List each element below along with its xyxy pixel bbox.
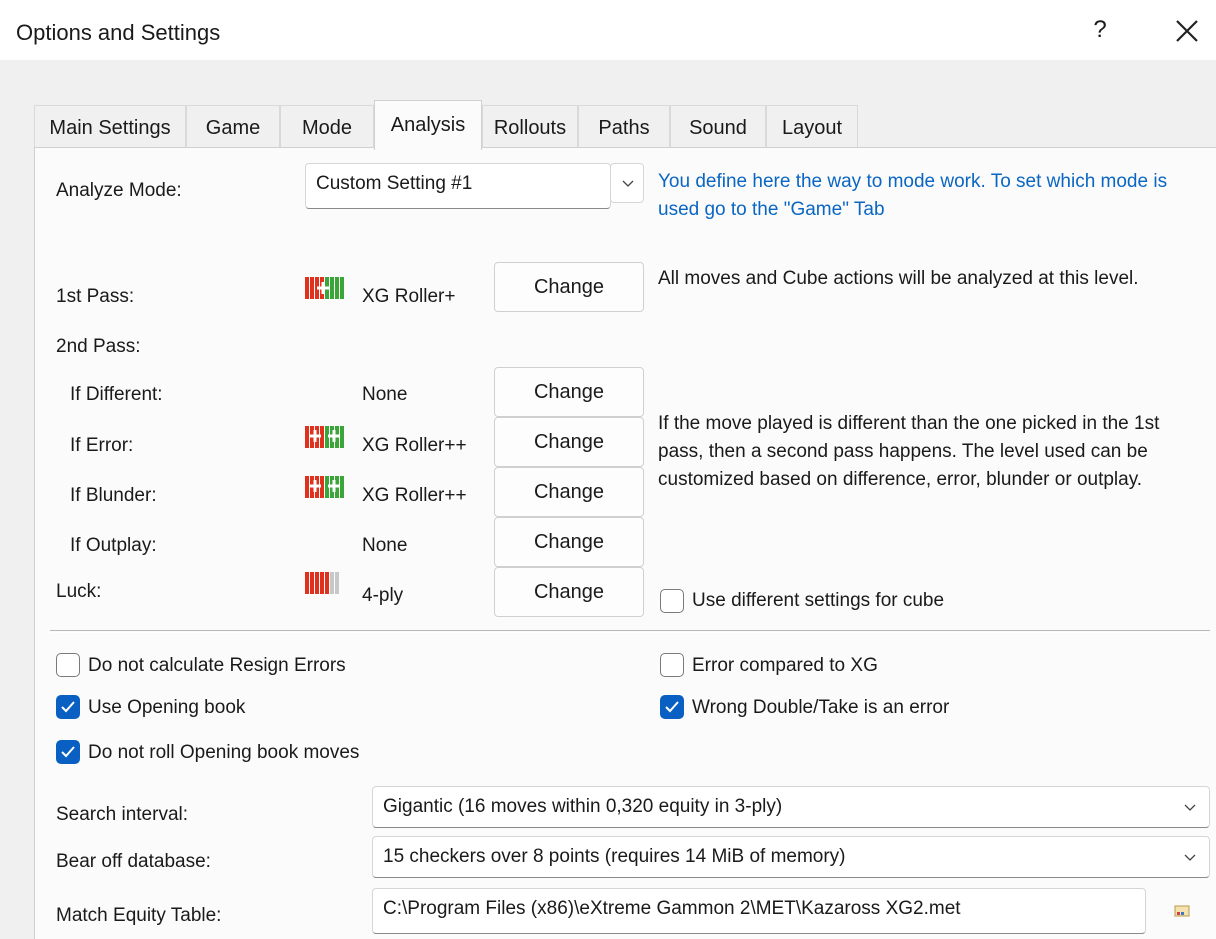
checkmark-icon — [665, 701, 679, 713]
if-error-change-button[interactable]: Change — [494, 417, 644, 467]
xg-roller-plus-icon — [305, 277, 344, 299]
tab-rollouts[interactable]: Rollouts — [482, 105, 578, 148]
bear-off-label: Bear off database: — [56, 851, 211, 872]
close-icon[interactable] — [1170, 14, 1204, 48]
tab-game[interactable]: Game — [186, 105, 280, 148]
if-different-change-button[interactable]: Change — [494, 367, 644, 417]
no-roll-book-checkbox[interactable] — [56, 740, 80, 764]
analyze-mode-value: Custom Setting #1 — [316, 173, 473, 194]
folder-browse-icon[interactable] — [1174, 904, 1190, 918]
met-path-field[interactable]: C:\Program Files (x86)\eXtreme Gammon 2\… — [372, 888, 1146, 934]
if-error-label: If Error: — [70, 435, 134, 456]
wrong-double-checkbox[interactable] — [660, 695, 684, 719]
first-pass-change-button[interactable]: Change — [494, 262, 644, 312]
chevron-down-icon — [1184, 854, 1196, 861]
xg-roller-plus-plus-icon — [305, 426, 344, 448]
luck-change-button[interactable]: Change — [494, 567, 644, 617]
second-pass-note: If the move played is different than the… — [658, 413, 1160, 490]
first-pass-note: All moves and Cube actions will be analy… — [658, 268, 1139, 289]
search-interval-value: Gigantic (16 moves within 0,320 equity i… — [383, 796, 783, 817]
if-different-level: None — [362, 384, 408, 405]
first-pass-label: 1st Pass: — [56, 286, 135, 307]
error-vs-xg-checkbox[interactable] — [660, 653, 684, 677]
analyze-mode-hint: You define here the way to mode work. To… — [658, 171, 1168, 220]
analyze-mode-dropdown-button[interactable] — [610, 163, 644, 203]
analyze-mode-select[interactable]: Custom Setting #1 — [305, 163, 611, 209]
use-diff-cube-label: Use different settings for cube — [692, 590, 945, 611]
section-divider — [50, 630, 1210, 633]
second-pass-label: 2nd Pass: — [56, 336, 141, 357]
chevron-down-icon — [622, 180, 634, 187]
xg-roller-plus-plus-icon — [305, 476, 344, 498]
use-opening-book-checkbox[interactable] — [56, 695, 80, 719]
if-blunder-label: If Blunder: — [70, 485, 157, 506]
bear-off-value: 15 checkers over 8 points (requires 14 M… — [383, 846, 846, 867]
met-label: Match Equity Table: — [56, 905, 222, 926]
tab-paths[interactable]: Paths — [578, 105, 670, 148]
analyze-mode-label: Analyze Mode: — [56, 180, 182, 201]
wrong-double-label: Wrong Double/Take is an error — [692, 697, 950, 718]
if-blunder-level: XG Roller++ — [362, 485, 467, 506]
tab-main-settings[interactable]: Main Settings — [34, 105, 186, 148]
if-error-level: XG Roller++ — [362, 435, 467, 456]
help-button[interactable]: ? — [1086, 16, 1114, 50]
bear-off-select[interactable]: 15 checkers over 8 points (requires 14 M… — [372, 836, 1210, 878]
window-title: Options and Settings — [16, 20, 221, 45]
luck-label: Luck: — [56, 581, 102, 602]
title-bar: Options and Settings ? — [0, 0, 1216, 60]
tab-mode[interactable]: Mode — [280, 105, 374, 148]
if-blunder-change-button[interactable]: Change — [494, 467, 644, 517]
search-interval-label: Search interval: — [56, 804, 189, 825]
tab-layout[interactable]: Layout — [766, 105, 858, 148]
if-outplay-label: If Outplay: — [70, 535, 157, 556]
tab-sound[interactable]: Sound — [670, 105, 766, 148]
if-outplay-level: None — [362, 535, 408, 556]
if-outplay-change-button[interactable]: Change — [494, 517, 644, 567]
luck-level: 4-ply — [362, 585, 404, 606]
met-path-value: C:\Program Files (x86)\eXtreme Gammon 2\… — [383, 898, 961, 919]
chevron-down-icon — [1184, 804, 1196, 811]
no-resign-errors-label: Do not calculate Resign Errors — [88, 655, 346, 676]
four-ply-icon — [305, 572, 339, 594]
first-pass-level: XG Roller+ — [362, 286, 456, 307]
error-vs-xg-label: Error compared to XG — [692, 655, 878, 676]
no-roll-book-label: Do not roll Opening book moves — [88, 742, 360, 763]
use-opening-book-label: Use Opening book — [88, 697, 246, 718]
checkmark-icon — [61, 701, 75, 713]
search-interval-select[interactable]: Gigantic (16 moves within 0,320 equity i… — [372, 786, 1210, 828]
tab-analysis[interactable]: Analysis — [374, 100, 482, 150]
no-resign-errors-checkbox[interactable] — [56, 653, 80, 677]
checkmark-icon — [61, 746, 75, 758]
use-diff-cube-checkbox[interactable] — [660, 589, 684, 613]
if-different-label: If Different: — [70, 384, 163, 405]
